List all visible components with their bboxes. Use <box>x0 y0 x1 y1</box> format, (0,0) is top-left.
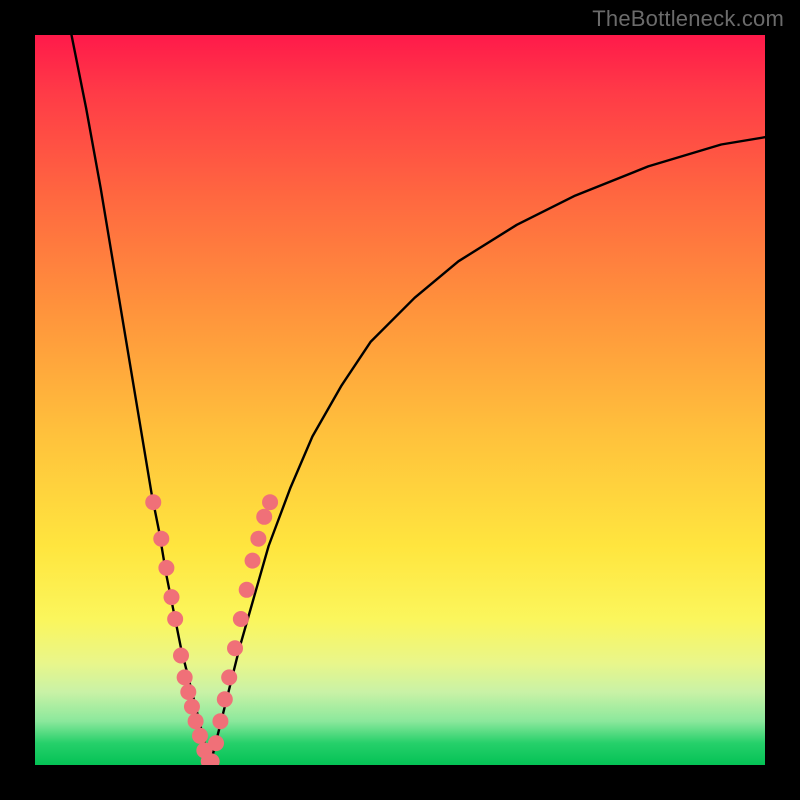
marker-left <box>184 699 200 715</box>
chart-svg <box>35 35 765 765</box>
marker-left <box>145 494 161 510</box>
marker-left <box>164 589 180 605</box>
marker-left <box>180 684 196 700</box>
marker-right <box>212 713 228 729</box>
marker-left <box>153 531 169 547</box>
marker-left <box>177 669 193 685</box>
marker-right <box>227 640 243 656</box>
marker-right <box>208 735 224 751</box>
marker-layer <box>145 494 278 765</box>
marker-left <box>192 728 208 744</box>
marker-right <box>262 494 278 510</box>
marker-left <box>167 611 183 627</box>
watermark-text: TheBottleneck.com <box>592 6 784 32</box>
marker-right <box>250 531 266 547</box>
chart-plot-area <box>35 35 765 765</box>
curve-left <box>72 35 211 765</box>
marker-right <box>217 691 233 707</box>
marker-right <box>239 582 255 598</box>
marker-left <box>158 560 174 576</box>
marker-left <box>188 713 204 729</box>
chart-frame: TheBottleneck.com <box>0 0 800 800</box>
marker-right <box>233 611 249 627</box>
marker-right <box>221 669 237 685</box>
marker-right <box>245 553 261 569</box>
curve-right <box>210 137 765 765</box>
marker-right <box>256 509 272 525</box>
marker-left <box>173 648 189 664</box>
